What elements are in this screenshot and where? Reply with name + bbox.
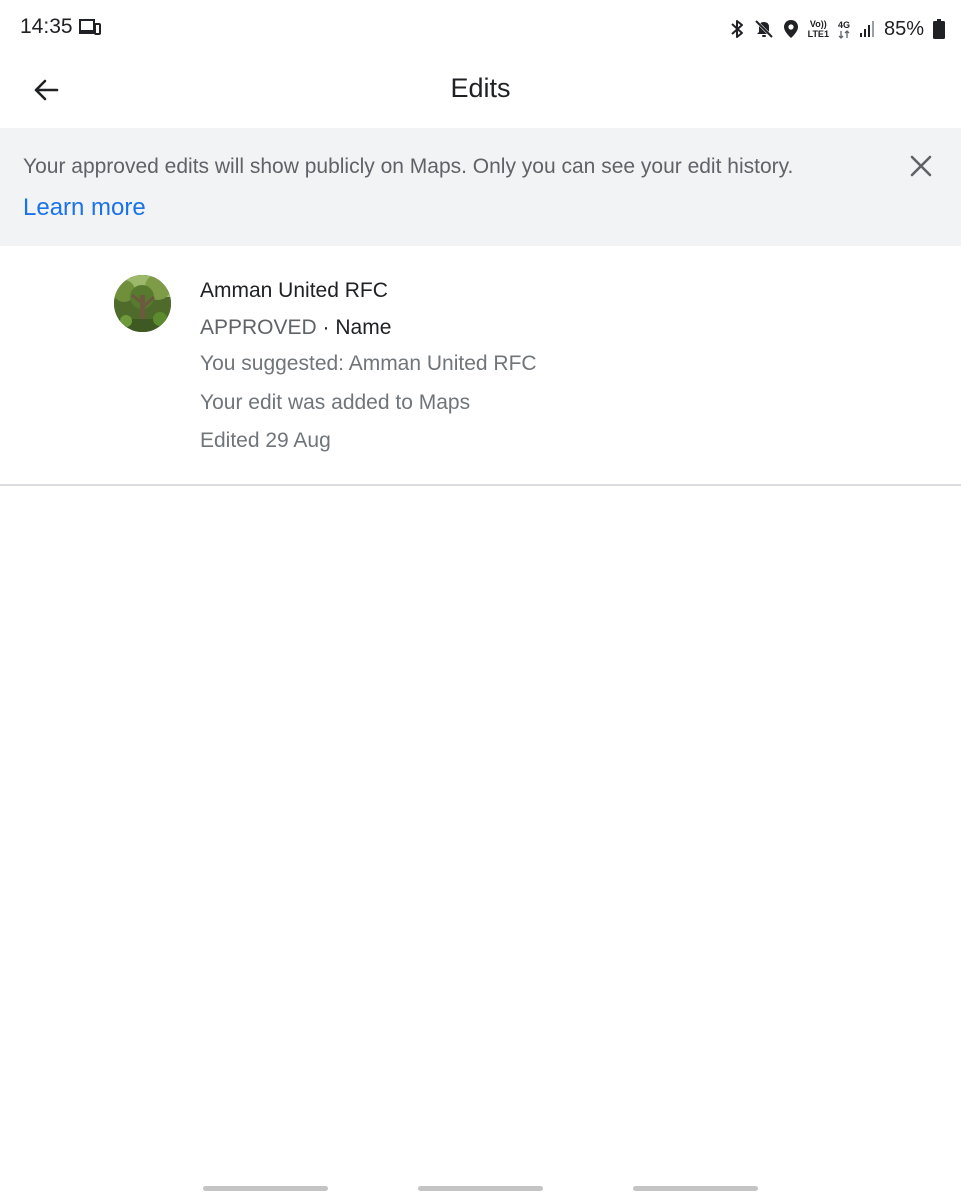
app-bar: Edits <box>0 56 961 128</box>
banner-message: Your approved edits will show publicly o… <box>23 155 794 178</box>
page-title: Edits <box>450 73 511 103</box>
battery-icon <box>933 19 945 39</box>
status-bar: 14:35 Vo)) LTE1 4G 85% <box>0 0 961 56</box>
list-divider <box>0 484 961 486</box>
volte-icon: Vo)) LTE1 <box>808 19 829 39</box>
info-banner: Your approved edits will show publicly o… <box>0 128 961 246</box>
bluetooth-icon <box>729 19 745 39</box>
edit-place-name: Amman United RFC <box>200 279 388 302</box>
status-icons: Vo)) LTE1 4G 85% <box>729 14 945 44</box>
edit-suggestion: You suggested: Amman United RFC <box>200 352 537 375</box>
volte-top-label: Vo)) <box>809 19 827 29</box>
nav-handle-center[interactable] <box>418 1186 543 1191</box>
dismiss-banner-button[interactable] <box>897 144 945 192</box>
edit-date: Edited 29 Aug <box>200 429 331 452</box>
edit-result: Your edit was added to Maps <box>200 391 471 414</box>
close-icon <box>910 155 932 182</box>
edit-status-line: APPROVED · Name <box>200 316 391 340</box>
data-arrows-icon <box>838 29 850 39</box>
signal-icon <box>859 20 875 38</box>
4g-icon: 4G <box>838 20 850 39</box>
status-badge: APPROVED <box>200 316 317 339</box>
edit-list-item[interactable]: Amman United RFC APPROVED · Name You sug… <box>0 246 961 484</box>
status-separator: · <box>316 316 336 339</box>
mute-icon <box>754 19 774 39</box>
edited-field: Name <box>335 316 392 339</box>
cast-icon <box>79 19 101 37</box>
battery-percent: 85% <box>883 17 924 40</box>
location-icon <box>783 19 799 39</box>
learn-more-link[interactable]: Learn more <box>23 194 146 222</box>
place-photo <box>114 275 171 332</box>
network-type-label: 4G <box>837 19 850 30</box>
nav-handle-left[interactable] <box>203 1186 328 1191</box>
nav-handle-right[interactable] <box>633 1186 758 1191</box>
volte-bottom-label: LTE1 <box>807 29 829 39</box>
status-time: 14:35 <box>20 15 73 38</box>
